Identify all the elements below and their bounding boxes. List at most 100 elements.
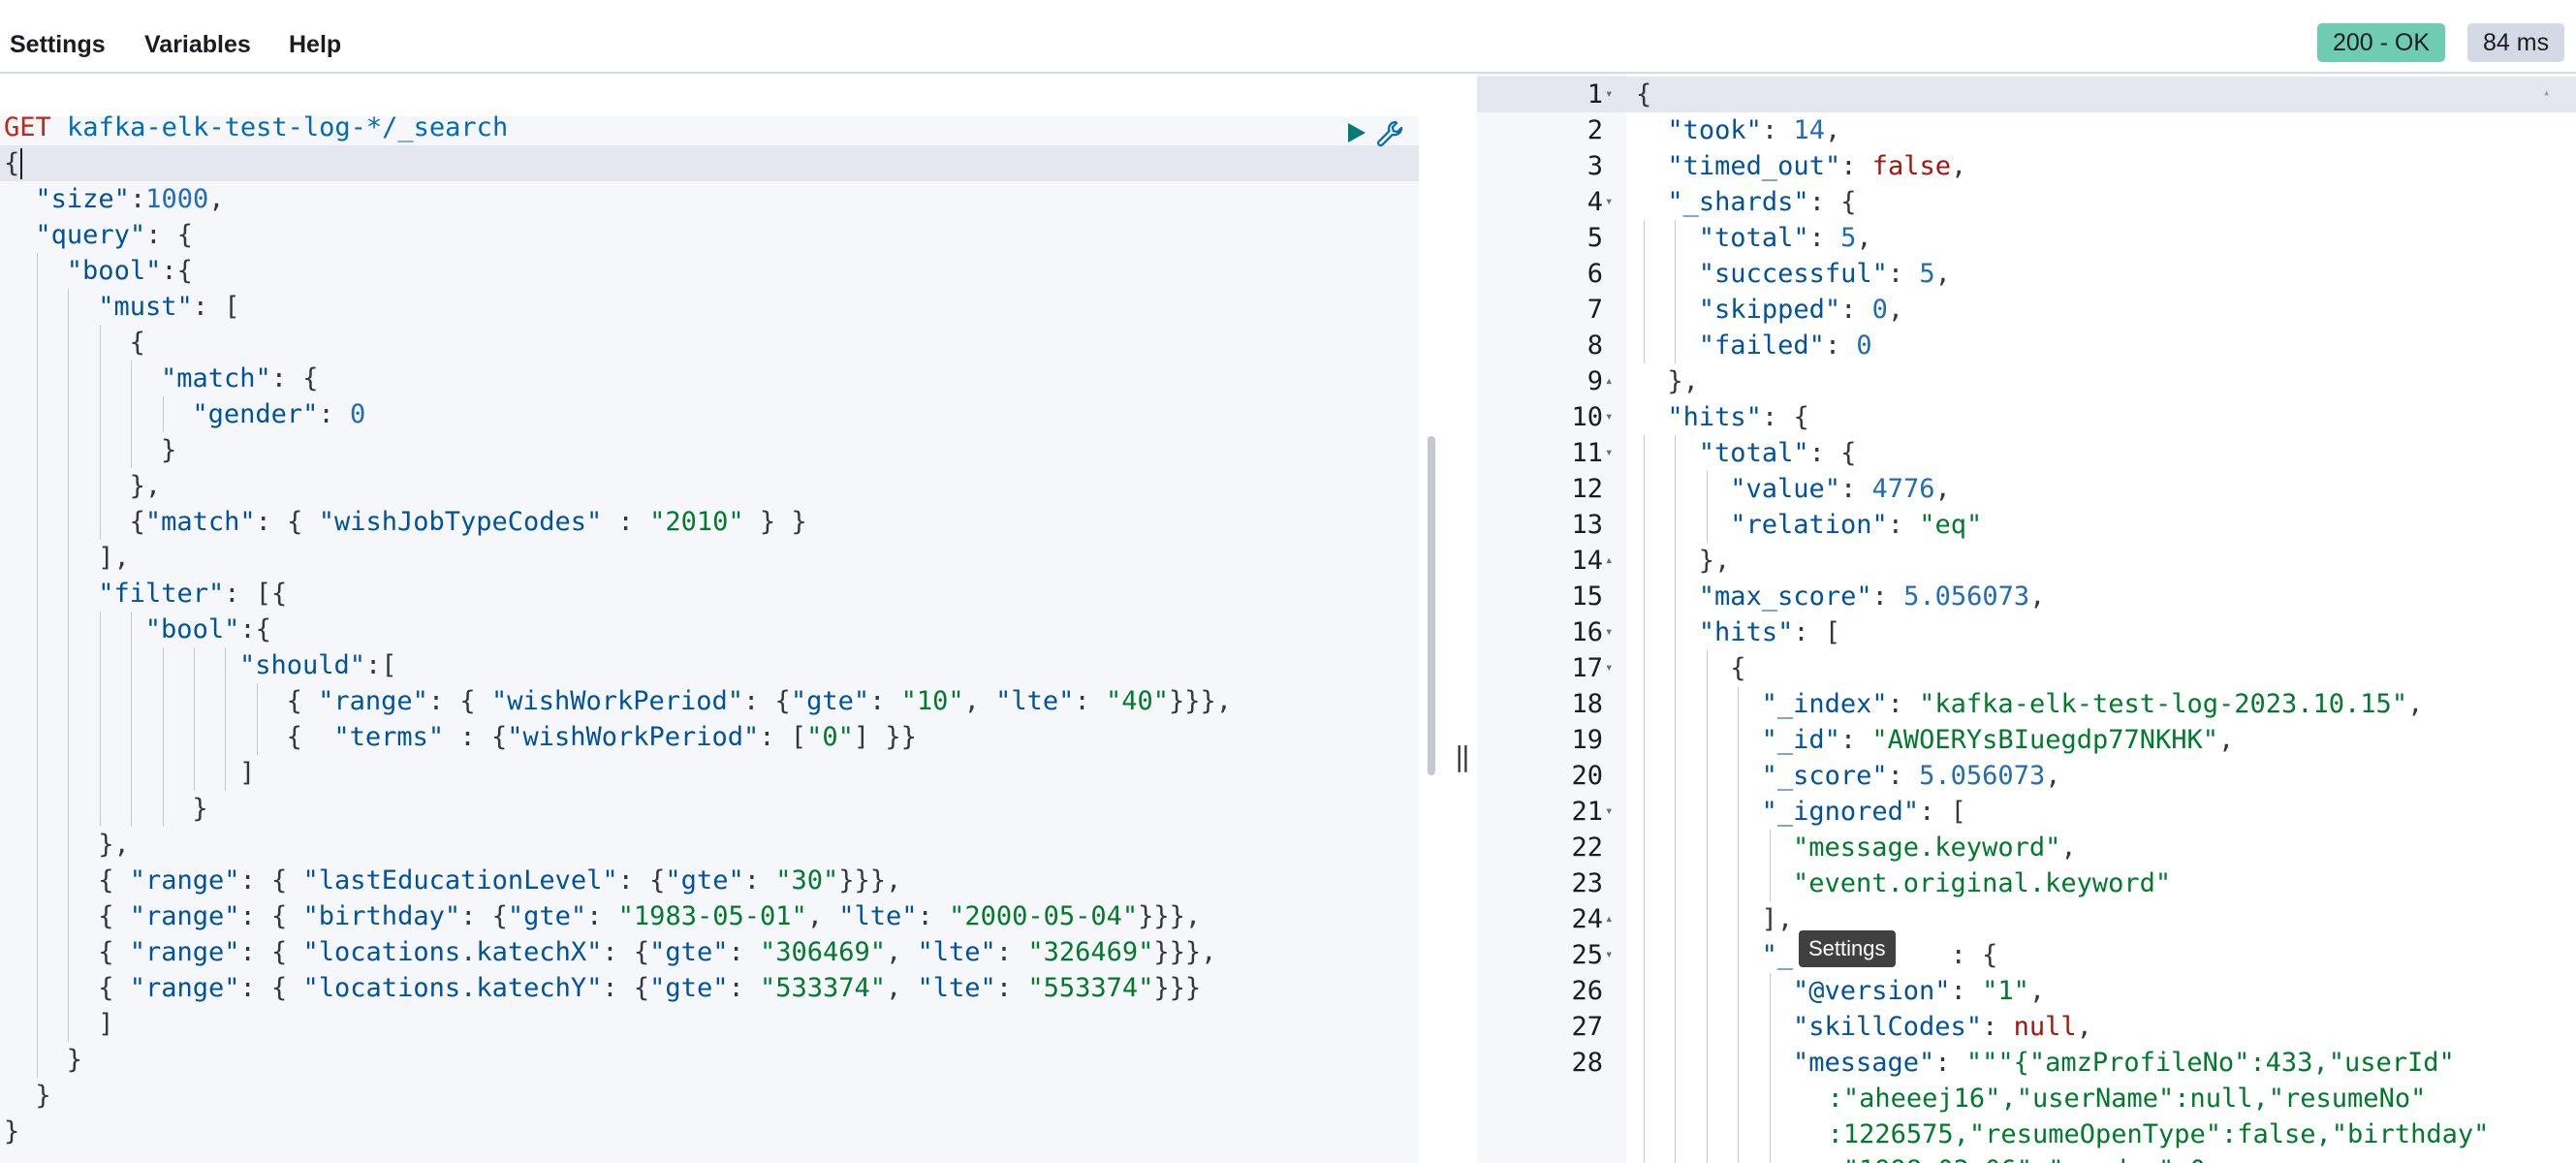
- request-code-area[interactable]: GET kafka-elk-test-log-*/_search {"size"…: [0, 112, 1419, 1163]
- request-code-text: }: [35, 1078, 50, 1114]
- code-token: :: [1808, 223, 1841, 253]
- code-token: :"aheeej16","userName":null,"resumeNo": [1827, 1084, 2427, 1114]
- fold-collapse-icon[interactable]: ▾: [1605, 794, 1613, 830]
- response-code-line[interactable]: 17 ▾ {: [1477, 650, 2576, 686]
- response-viewer[interactable]: 1 ▾{2 "took": 14, 3 "timed_out": false, 4 ▾ "_s…: [1477, 74, 2576, 1163]
- response-code-line[interactable]: 10 ▾ "hits": {: [1477, 399, 2576, 435]
- play-icon[interactable]: [1343, 120, 1368, 145]
- response-code-line[interactable]: 8 "failed": 0: [1477, 328, 2576, 363]
- indent-guide: [1738, 1009, 1740, 1045]
- response-code-line[interactable]: 15 "max_score": 5.056073,: [1477, 579, 2576, 614]
- request-code-line[interactable]: "size":1000,: [0, 181, 1419, 217]
- response-code-line[interactable]: 23 "event.original.keyword": [1477, 865, 2576, 901]
- line-number: 28: [1571, 1048, 1603, 1078]
- request-code-line[interactable]: "gender": 0: [0, 396, 1419, 432]
- request-line-method[interactable]: GET kafka-elk-test-log-*/_search: [0, 110, 1419, 145]
- response-code-text: "skipped": 0,: [1699, 292, 1903, 328]
- fold-collapse-icon[interactable]: ▾: [1605, 614, 1613, 650]
- fold-collapse-icon[interactable]: ▾: [1605, 435, 1613, 471]
- response-code-text: {: [1636, 77, 1651, 112]
- indent-guide: [162, 396, 164, 432]
- response-code-line[interactable]: 20 "_score": 5.056073,: [1477, 758, 2576, 794]
- request-code-line[interactable]: }: [0, 1042, 1419, 1078]
- response-code-line[interactable]: 19 "_id": "AWOERYsBIuegdp77NKHK",: [1477, 722, 2576, 758]
- resize-handle-icon[interactable]: ‖: [1454, 742, 1471, 771]
- response-scroll-indicator[interactable]: ▴: [2543, 85, 2555, 99]
- request-code-line[interactable]: }: [0, 1114, 1419, 1149]
- request-code-line[interactable]: { "range": { "birthday": {"gte": "1983-0…: [0, 898, 1419, 934]
- request-code-line[interactable]: { "range": { "wishWorkPeriod": {"gte": "…: [0, 683, 1419, 719]
- request-code-line[interactable]: }: [0, 791, 1419, 827]
- request-code-line[interactable]: { "range": { "locations.katechY": {"gte"…: [0, 970, 1419, 1006]
- request-code-line[interactable]: ]: [0, 755, 1419, 791]
- response-code-line[interactable]: 12 "value": 4776,: [1477, 471, 2576, 507]
- response-code-line[interactable]: :"1998-02-06","gender":0,: [1477, 1152, 2576, 1163]
- request-code-line[interactable]: }: [0, 432, 1419, 468]
- request-code-line[interactable]: }: [0, 1078, 1419, 1114]
- request-code-line[interactable]: "match": {: [0, 361, 1419, 396]
- indent-guide: [1644, 901, 1645, 937]
- request-code-line[interactable]: },: [0, 827, 1419, 863]
- response-code-line[interactable]: 6 "successful": 5,: [1477, 256, 2576, 292]
- response-code-line[interactable]: 28 "message": """{"amzProfileNo":433,"use…: [1477, 1045, 2576, 1081]
- response-code-line[interactable]: 26 "@version": "1",: [1477, 973, 2576, 1009]
- line-number: 21: [1571, 797, 1603, 827]
- response-code-line[interactable]: :"aheeej16","userName":null,"resumeNo": [1477, 1081, 2576, 1116]
- response-code-line[interactable]: 25 ▾ "_ : {: [1477, 937, 2576, 973]
- response-code-line[interactable]: 13 "relation": "eq": [1477, 507, 2576, 543]
- response-code-line[interactable]: 4 ▾ "_shards": {: [1477, 184, 2576, 220]
- wrench-icon[interactable]: [1374, 118, 1405, 149]
- response-code-line[interactable]: 2 "took": 14,: [1477, 112, 2576, 148]
- response-code-line[interactable]: 16 ▾ "hits": [: [1477, 614, 2576, 650]
- fold-expand-icon[interactable]: ▴: [1605, 543, 1613, 579]
- request-code-line[interactable]: {: [0, 145, 1419, 181]
- fold-expand-icon[interactable]: ▴: [1605, 901, 1613, 937]
- request-code-text: { "range": { "wishWorkPeriod": {"gte": "…: [287, 683, 1232, 719]
- menu-help[interactable]: Help: [289, 25, 341, 64]
- request-code-line[interactable]: "must": [: [0, 289, 1419, 325]
- response-code-line[interactable]: 5 "total": 5,: [1477, 220, 2576, 256]
- response-code-line[interactable]: 3 "timed_out": false,: [1477, 148, 2576, 184]
- fold-collapse-icon[interactable]: ▾: [1605, 937, 1613, 973]
- request-code-line[interactable]: {: [0, 325, 1419, 361]
- response-code-line[interactable]: 1 ▾ {: [1477, 77, 2576, 112]
- response-code-line[interactable]: 22 "message.keyword",: [1477, 830, 2576, 865]
- request-code-line[interactable]: },: [0, 468, 1419, 504]
- request-code-line[interactable]: { "range": { "locations.katechX": {"gte"…: [0, 934, 1419, 970]
- response-code-text: {: [1730, 650, 1745, 686]
- request-code-line[interactable]: ]: [0, 1006, 1419, 1042]
- indent-guide: [37, 934, 38, 970]
- request-code-line[interactable]: {"match": { "wishJobTypeCodes" : "2010" …: [0, 504, 1419, 540]
- request-code-line[interactable]: "bool":{: [0, 612, 1419, 647]
- response-code-line[interactable]: :1226575,"resumeOpenType":false,"birthda…: [1477, 1116, 2576, 1152]
- request-code-line[interactable]: "query": {: [0, 217, 1419, 253]
- response-code-line[interactable]: 24 ▴],: [1477, 901, 2576, 937]
- fold-collapse-icon[interactable]: ▾: [1605, 77, 1613, 112]
- code-token: : {: [145, 220, 193, 250]
- code-token: }: [66, 1045, 83, 1075]
- response-code-line[interactable]: 11 ▾ "total": {: [1477, 435, 2576, 471]
- menu-settings[interactable]: Settings: [10, 25, 106, 64]
- request-code-line[interactable]: "should":[: [0, 647, 1419, 683]
- request-code-line[interactable]: { "range": { "lastEducationLevel": {"gte…: [0, 863, 1419, 898]
- request-scrollbar-thumb[interactable]: [1428, 436, 1435, 775]
- indent-guide: [1675, 650, 1677, 686]
- request-code-line[interactable]: { "terms" : {"wishWorkPeriod": ["0"] }}: [0, 719, 1419, 755]
- request-code-line[interactable]: "bool":{: [0, 253, 1419, 289]
- response-code-line[interactable]: 7 "skipped": 0,: [1477, 292, 2576, 328]
- fold-expand-icon[interactable]: ▴: [1605, 363, 1613, 399]
- response-code-line[interactable]: 14 ▴},: [1477, 543, 2576, 579]
- response-code-line[interactable]: 27 "skillCodes": null,: [1477, 1009, 2576, 1045]
- response-code-line[interactable]: 18 "_index": "kafka-elk-test-log-2023.10.…: [1477, 686, 2576, 722]
- response-code-line[interactable]: 9 ▴},: [1477, 363, 2576, 399]
- fold-collapse-icon[interactable]: ▾: [1605, 650, 1613, 686]
- request-editor[interactable]: GET kafka-elk-test-log-*/_search {"size"…: [0, 74, 1419, 1163]
- response-code-line[interactable]: 21 ▾ "_ignored": [: [1477, 794, 2576, 830]
- request-code-line[interactable]: ],: [0, 540, 1419, 576]
- request-code-line[interactable]: "filter": [{: [0, 576, 1419, 612]
- menu-variables[interactable]: Variables: [144, 25, 251, 64]
- indent-guide: [1738, 865, 1740, 901]
- fold-collapse-icon[interactable]: ▾: [1605, 184, 1613, 220]
- line-number: 18: [1571, 689, 1603, 719]
- fold-collapse-icon[interactable]: ▾: [1605, 399, 1613, 435]
